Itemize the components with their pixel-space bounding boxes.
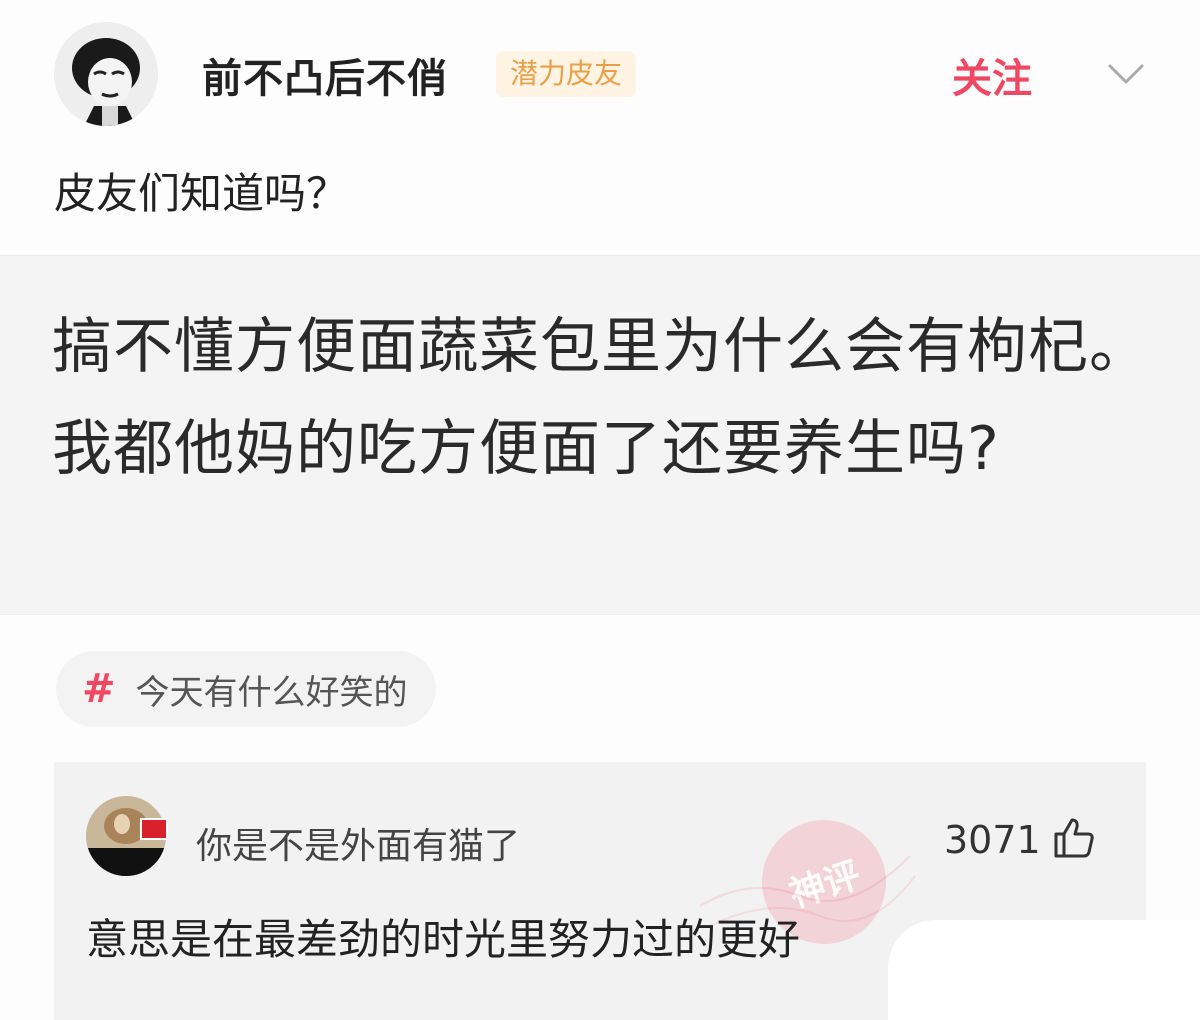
more-options-button[interactable]: [1104, 54, 1148, 94]
comment-text: 意思是在最差劲的时光里努力过的更好: [86, 915, 801, 964]
comment-username[interactable]: 你是不是外面有猫了: [196, 817, 520, 869]
follow-button[interactable]: 关注: [952, 46, 1032, 104]
chevron-down-icon: [1108, 64, 1144, 84]
overlay-patch: [888, 920, 1200, 1020]
post-header: 前不凸后不俏 潜力皮友 关注: [0, 0, 1200, 140]
like-button[interactable]: [1050, 814, 1098, 862]
quoted-content-text: 搞不懂方便面蔬菜包里为什么会有枸杞。我都他妈的吃方便面了还要养生吗?: [52, 312, 1150, 484]
topic-label: 今天有什么好笑的: [135, 672, 408, 713]
topic-tag[interactable]: # 今天有什么好笑的: [56, 651, 436, 727]
user-avatar[interactable]: [54, 22, 158, 126]
user-badge: 潜力皮友: [496, 51, 637, 97]
meme-face-avatar-icon: [54, 22, 158, 126]
post-text: 皮友们知道吗？: [54, 169, 349, 218]
thumbs-up-icon: [1054, 818, 1094, 858]
hashtag-icon: #: [82, 666, 116, 712]
comment-like-count: 3071: [944, 818, 1041, 862]
flag-icon: [140, 818, 168, 840]
post-username[interactable]: 前不凸后不俏: [202, 46, 448, 104]
